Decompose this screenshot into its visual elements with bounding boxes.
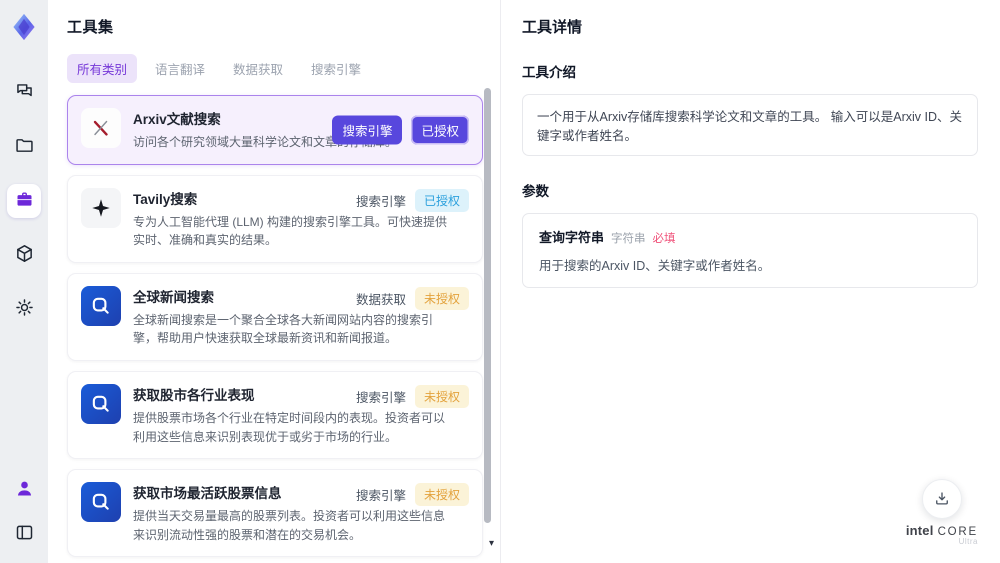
tool-card[interactable]: 获取股市各行业表现 提供股票市场各个行业在特定时间段内的表现。投资者可以利用这些信…: [67, 370, 483, 460]
tool-badges: 搜索引擎 未授权: [355, 384, 469, 408]
download-button[interactable]: [921, 478, 962, 519]
app-logo-icon: [7, 10, 41, 44]
param-required-badge: 必填: [652, 233, 676, 245]
tool-card[interactable]: Arxiv文献搜索 访问各个研究领域大量科学论文和文章的存储库。 搜索引擎 已授权: [67, 95, 483, 165]
intro-heading: 工具介绍: [522, 65, 576, 80]
corner-area: intel CORE Ultra: [905, 478, 978, 547]
sidebar-nav: [7, 76, 41, 326]
tool-description: 专为人工智能代理 (LLM) 构建的搜索引擎工具。可快速提供实时、准确和真实的结…: [133, 214, 448, 248]
auth-badge: 未授权: [414, 286, 469, 310]
param-description: 用于搜索的Arxiv ID、关键字或作者姓名。: [539, 259, 771, 273]
briefcase-icon: [14, 189, 35, 213]
arxiv-icon: [81, 108, 121, 148]
brand-intel: intel: [905, 522, 934, 538]
auth-badge: 未授权: [414, 384, 469, 408]
category-badge: 搜索引擎: [332, 115, 403, 145]
category-tabs: 所有类别 语言翻译 数据获取 搜索引擎: [67, 54, 500, 83]
tool-description: 提供当天交易量最高的股票列表。投资者可以利用这些信息来识别流动性强的股票和潜在的…: [133, 509, 446, 542]
search-app-icon: [81, 285, 121, 326]
detail-title: 工具详情: [522, 19, 583, 36]
search-app-icon: [81, 482, 121, 523]
scrollbar-thumb[interactable]: [484, 88, 491, 523]
tools-panel: 工具集 所有类别 语言翻译 数据获取 搜索引擎 Arxiv文献搜索 访问各个研究领域大量…: [48, 0, 500, 563]
tool-card[interactable]: 获取市场最活跃股票信息 提供当天交易量最高的股票列表。投资者可以利用这些信息来识别…: [67, 469, 483, 558]
tab-category-3[interactable]: 搜索引擎: [301, 54, 371, 83]
auth-badge: 未授权: [414, 483, 469, 507]
intel-core-logo: intel CORE Ultra: [905, 522, 978, 547]
sidebar-item-briefcase[interactable]: [7, 184, 41, 218]
panel-icon: [14, 522, 35, 546]
page-title: 工具集: [67, 19, 114, 36]
tool-description: 提供股票市场各个行业在特定时间段内的表现。投资者可以利用这些信息来识别表现优于或…: [133, 410, 446, 444]
brand-core: CORE: [937, 525, 978, 538]
tool-badges: 数据获取 未授权: [355, 286, 469, 310]
sidebar-bottom: [7, 473, 41, 551]
params-heading: 参数: [522, 184, 549, 199]
category-label: 搜索引擎: [355, 390, 406, 405]
tavily-star-icon: [81, 187, 121, 228]
category-label: 搜索引擎: [355, 194, 406, 209]
sidebar-item-cube[interactable]: [7, 238, 41, 272]
folder-icon: [14, 135, 35, 159]
cube-icon: [14, 243, 35, 267]
param-head: 查询字符串 字符串 必填: [539, 227, 961, 246]
param-type: 字符串: [611, 233, 646, 245]
sidebar-item-folder[interactable]: [7, 130, 41, 164]
tab-category-0[interactable]: 所有类别: [67, 54, 138, 83]
param-name: 查询字符串: [539, 230, 605, 245]
intro-text: 一个用于从Arxiv存储库搜索科学论文和文章的工具。 输入可以是Arxiv ID…: [537, 110, 963, 143]
user-icon: [14, 478, 35, 502]
search-app-icon: [81, 383, 121, 424]
sidebar: [0, 0, 48, 563]
category-label: 搜索引擎: [355, 489, 406, 504]
download-icon: [935, 491, 948, 505]
tool-description: 全球新闻搜索是一个聚合全球各大新闻网站内容的搜索引擎，帮助用户快速获取全球最新资…: [133, 312, 434, 346]
intro-box: 一个用于从Arxiv存储库搜索科学论文和文章的工具。 输入可以是Arxiv ID…: [522, 94, 978, 156]
param-list: 查询字符串 字符串 必填用于搜索的Arxiv ID、关键字或作者姓名。: [522, 213, 978, 288]
sidebar-item-panel[interactable]: [7, 517, 41, 551]
auth-badge: 已授权: [411, 115, 469, 145]
sidebar-item-chat[interactable]: [7, 76, 41, 110]
gear-icon: [14, 297, 35, 321]
param-card: 查询字符串 字符串 必填用于搜索的Arxiv ID、关键字或作者姓名。: [522, 213, 978, 288]
tool-card-list: Arxiv文献搜索 访问各个研究领域大量科学论文和文章的存储库。 搜索引擎 已授权 Ta…: [67, 95, 483, 563]
brand-sub: Ultra: [958, 537, 978, 547]
tool-card[interactable]: Tavily搜索 专为人工智能代理 (LLM) 构建的搜索引擎工具。可快速提供实时…: [67, 174, 483, 263]
app-root: 工具集 所有类别 语言翻译 数据获取 搜索引擎 Arxiv文献搜索 访问各个研究领域大量…: [0, 0, 1000, 563]
tool-badges: 搜索引擎 未授权: [355, 483, 469, 507]
category-label: 数据获取: [355, 292, 406, 307]
scrollbar[interactable]: [484, 88, 491, 540]
tool-badges: 搜索引擎 已授权: [332, 115, 469, 145]
sidebar-item-gear[interactable]: [7, 292, 41, 326]
sidebar-item-user[interactable]: [7, 473, 41, 507]
auth-badge: 已授权: [414, 188, 469, 212]
tool-card[interactable]: 全球新闻搜索 全球新闻搜索是一个聚合全球各大新闻网站内容的搜索引擎，帮助用户快速获…: [67, 272, 483, 361]
tab-category-2[interactable]: 数据获取: [223, 54, 293, 83]
tool-badges: 搜索引擎 已授权: [355, 188, 469, 212]
tab-category-1[interactable]: 语言翻译: [145, 54, 215, 83]
scroll-down-icon[interactable]: ▾: [489, 539, 494, 549]
chat-icon: [14, 81, 35, 105]
